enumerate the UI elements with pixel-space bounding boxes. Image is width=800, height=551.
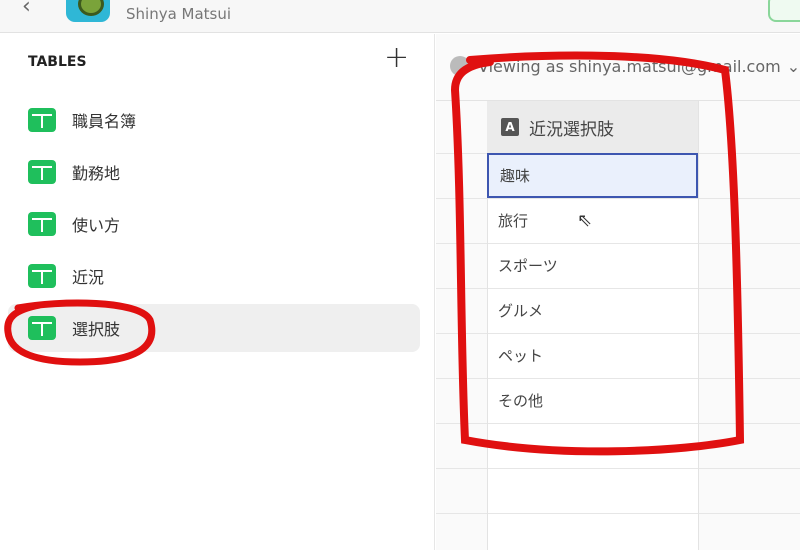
table-cell[interactable]: ペット [487,333,698,378]
avatar [450,56,470,76]
chevron-down-icon: ⌄ [786,56,800,76]
table-cell[interactable]: スポーツ [487,243,698,288]
mouse-cursor-icon: ⇖ [577,210,593,231]
tables-heading: TABLES [28,54,87,70]
column-name: 近況選択肢 [529,119,614,140]
table-icon [28,264,56,288]
sidebar-item-label: 近況 [72,268,105,287]
column-header[interactable]: A 近況選択肢 [487,101,698,153]
sidebar-item-location[interactable]: 勤務地 [8,148,420,196]
sidebar-item-usage[interactable]: 使い方 [8,200,420,248]
table-view: Viewing as shinya.matsui@gmail.com ⌄ A 近況選… [436,34,800,551]
sidebar-item-label: 使い方 [72,216,121,235]
top-right-button[interactable] [768,0,800,22]
top-bar: ‹ Shinya Matsui [0,0,800,33]
table-icon [28,212,56,236]
table-cell[interactable]: 趣味 [487,153,698,198]
app-owner: Shinya Matsui [126,5,232,23]
app-icon [66,0,110,22]
sidebar-item-staff[interactable]: 職員名簿 [8,96,420,144]
table-cell[interactable]: 旅行 [487,198,698,243]
table-icon [28,108,56,132]
sidebar-item-label: 選択肢 [72,320,121,339]
viewing-as-label: Viewing as shinya.matsui@gmail.com [478,56,781,76]
table-cell[interactable]: その他 [487,378,698,423]
sidebar-item-label: 勤務地 [72,164,121,183]
data-grid: A 近況選択肢 趣味 旅行 スポーツ グルメ ペット その他 [436,100,800,551]
sidebar-item-news[interactable]: 近況 [8,252,420,300]
text-type-icon: A [501,118,519,136]
sidebar-item-label: 職員名簿 [72,112,137,131]
table-icon [28,160,56,184]
table-icon [28,316,56,340]
viewing-as-selector[interactable]: Viewing as shinya.matsui@gmail.com ⌄ [450,56,800,76]
sidebar: TABLES + 職員名簿 勤務地 使い方 近況 選択肢 [0,34,435,550]
sidebar-item-options[interactable]: 選択肢 [8,304,420,352]
add-table-button[interactable]: + [384,43,409,73]
table-cell[interactable]: グルメ [487,288,698,333]
back-arrow-icon[interactable]: ‹ [22,0,31,19]
